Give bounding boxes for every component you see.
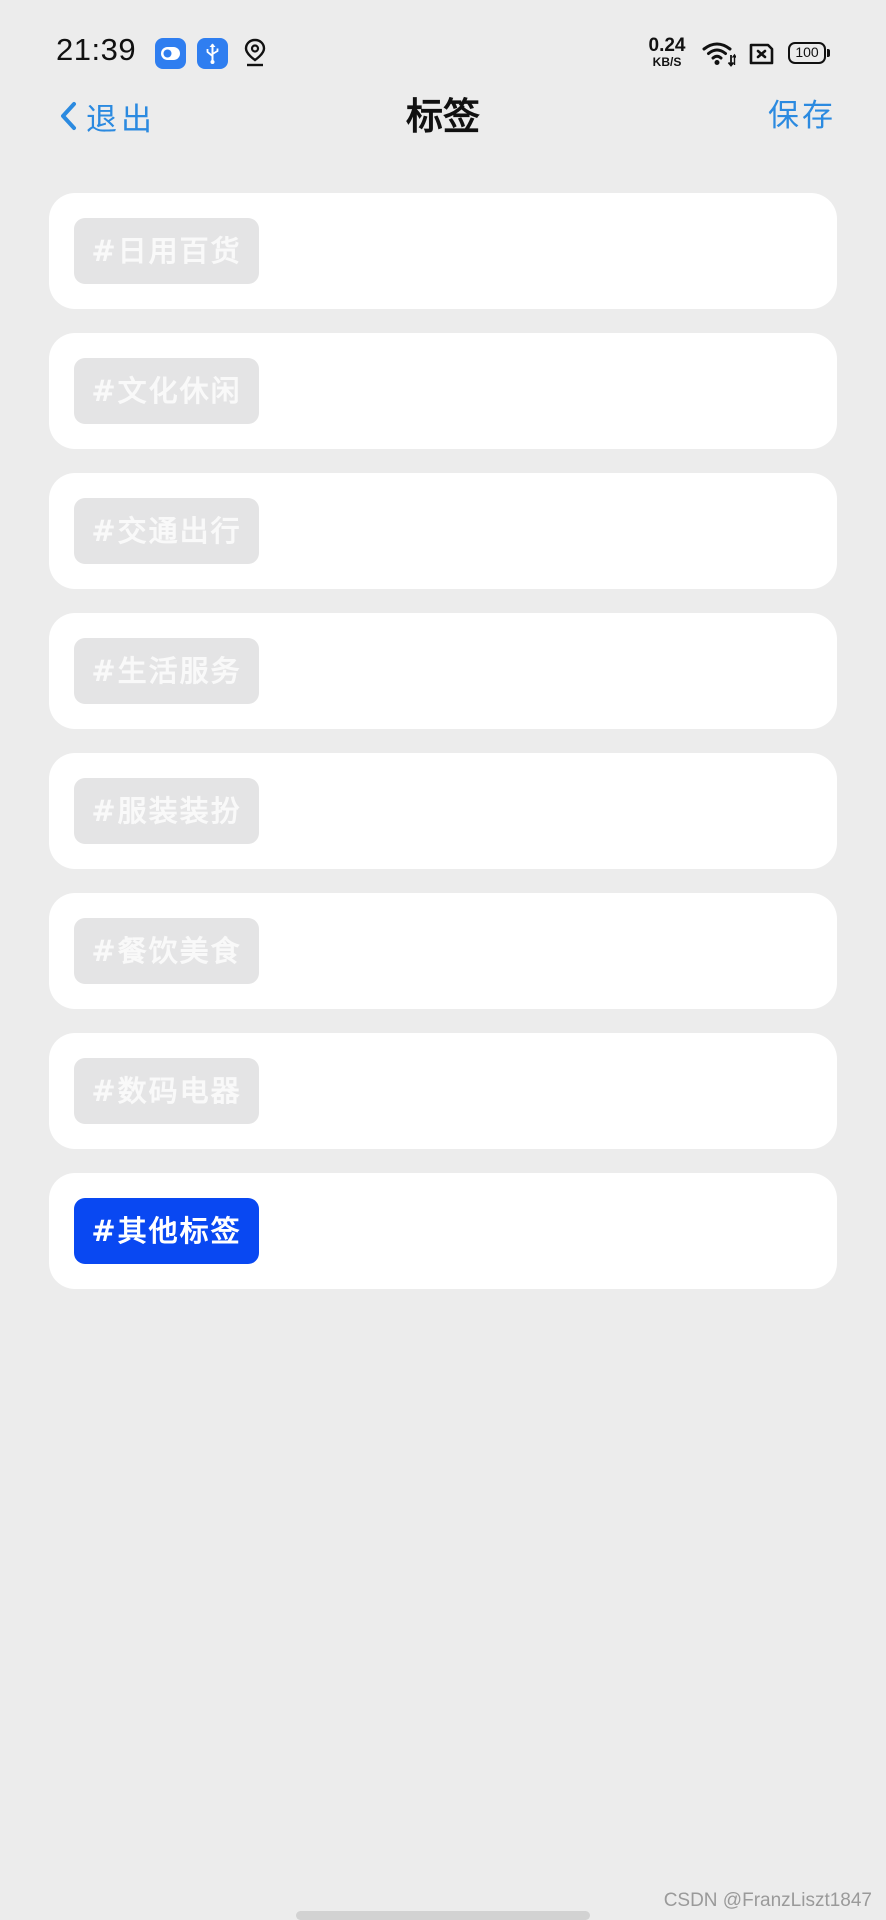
- network-speed-unit: KB/S: [652, 55, 682, 69]
- tag-chip-transportation[interactable]: #交通出行: [74, 498, 259, 564]
- no-sim-icon: [748, 43, 774, 65]
- tag-chip-other-selected[interactable]: #其他标签: [74, 1198, 259, 1264]
- navigation-bar: 标签 退出 保存: [0, 88, 886, 146]
- tag-card[interactable]: #文化休闲: [49, 333, 837, 449]
- tag-chip-clothing[interactable]: #服装装扮: [74, 778, 259, 844]
- tag-list: #日用百货 #文化休闲 #交通出行 #生活服务 #服装装扮 #餐饮美食 #数码电…: [49, 193, 837, 1313]
- usb-icon: [197, 38, 228, 69]
- save-button[interactable]: 保存: [768, 92, 836, 140]
- battery-icon: 100: [788, 42, 830, 64]
- back-label: 退出: [86, 101, 156, 138]
- tag-chip-digital-appliances[interactable]: #数码电器: [74, 1058, 259, 1124]
- tag-chip-daily-goods[interactable]: #日用百货: [74, 218, 259, 284]
- app-notification-icon: [155, 38, 186, 69]
- tag-chip-life-services[interactable]: #生活服务: [74, 638, 259, 704]
- tag-card[interactable]: #其他标签: [49, 1173, 837, 1289]
- tag-chip-culture-leisure[interactable]: #文化休闲: [74, 358, 259, 424]
- network-speed-value: 0.24: [648, 35, 686, 56]
- tag-card[interactable]: #数码电器: [49, 1033, 837, 1149]
- tag-card[interactable]: #交通出行: [49, 473, 837, 589]
- tag-card[interactable]: #日用百货: [49, 193, 837, 309]
- status-time: 21:39: [56, 32, 137, 67]
- tag-chip-food-dining[interactable]: #餐饮美食: [74, 918, 259, 984]
- tag-card[interactable]: #餐饮美食: [49, 893, 837, 1009]
- home-indicator[interactable]: [296, 1911, 590, 1920]
- back-button[interactable]: 退出: [58, 92, 156, 140]
- location-icon: [243, 38, 267, 68]
- tag-card[interactable]: #服装装扮: [49, 753, 837, 869]
- wifi-icon: [702, 40, 737, 68]
- watermark: CSDN @FranzLiszt1847: [663, 1890, 872, 1911]
- network-speed: 0.24 KB/S: [645, 36, 689, 68]
- tag-card[interactable]: #生活服务: [49, 613, 837, 729]
- chevron-left-icon: [61, 102, 76, 130]
